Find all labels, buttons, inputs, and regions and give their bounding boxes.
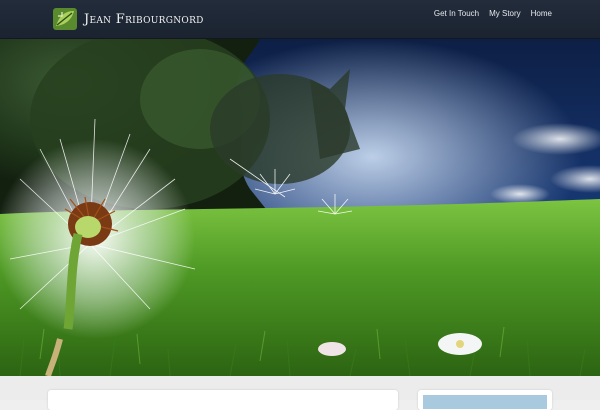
hero-banner xyxy=(0,39,600,376)
site-header: Jean Fribourgnord Get In Touch My Story … xyxy=(0,0,600,39)
daisy-flower xyxy=(438,333,482,355)
site-logo[interactable]: Jean Fribourgnord xyxy=(52,6,204,32)
leaf-logo-icon xyxy=(53,8,77,30)
nav-home[interactable]: Home xyxy=(531,9,552,19)
hero-image xyxy=(0,39,600,376)
sidebar-widget xyxy=(418,390,552,410)
nav-get-in-touch[interactable]: Get In Touch xyxy=(434,9,479,19)
site-title: Jean Fribourgnord xyxy=(84,11,204,27)
main-content-card xyxy=(48,390,398,410)
sidebar-widget-header xyxy=(423,395,547,409)
content-area xyxy=(0,376,600,410)
main-nav: Get In Touch My Story Home xyxy=(434,9,552,19)
nav-my-story[interactable]: My Story xyxy=(489,9,521,19)
